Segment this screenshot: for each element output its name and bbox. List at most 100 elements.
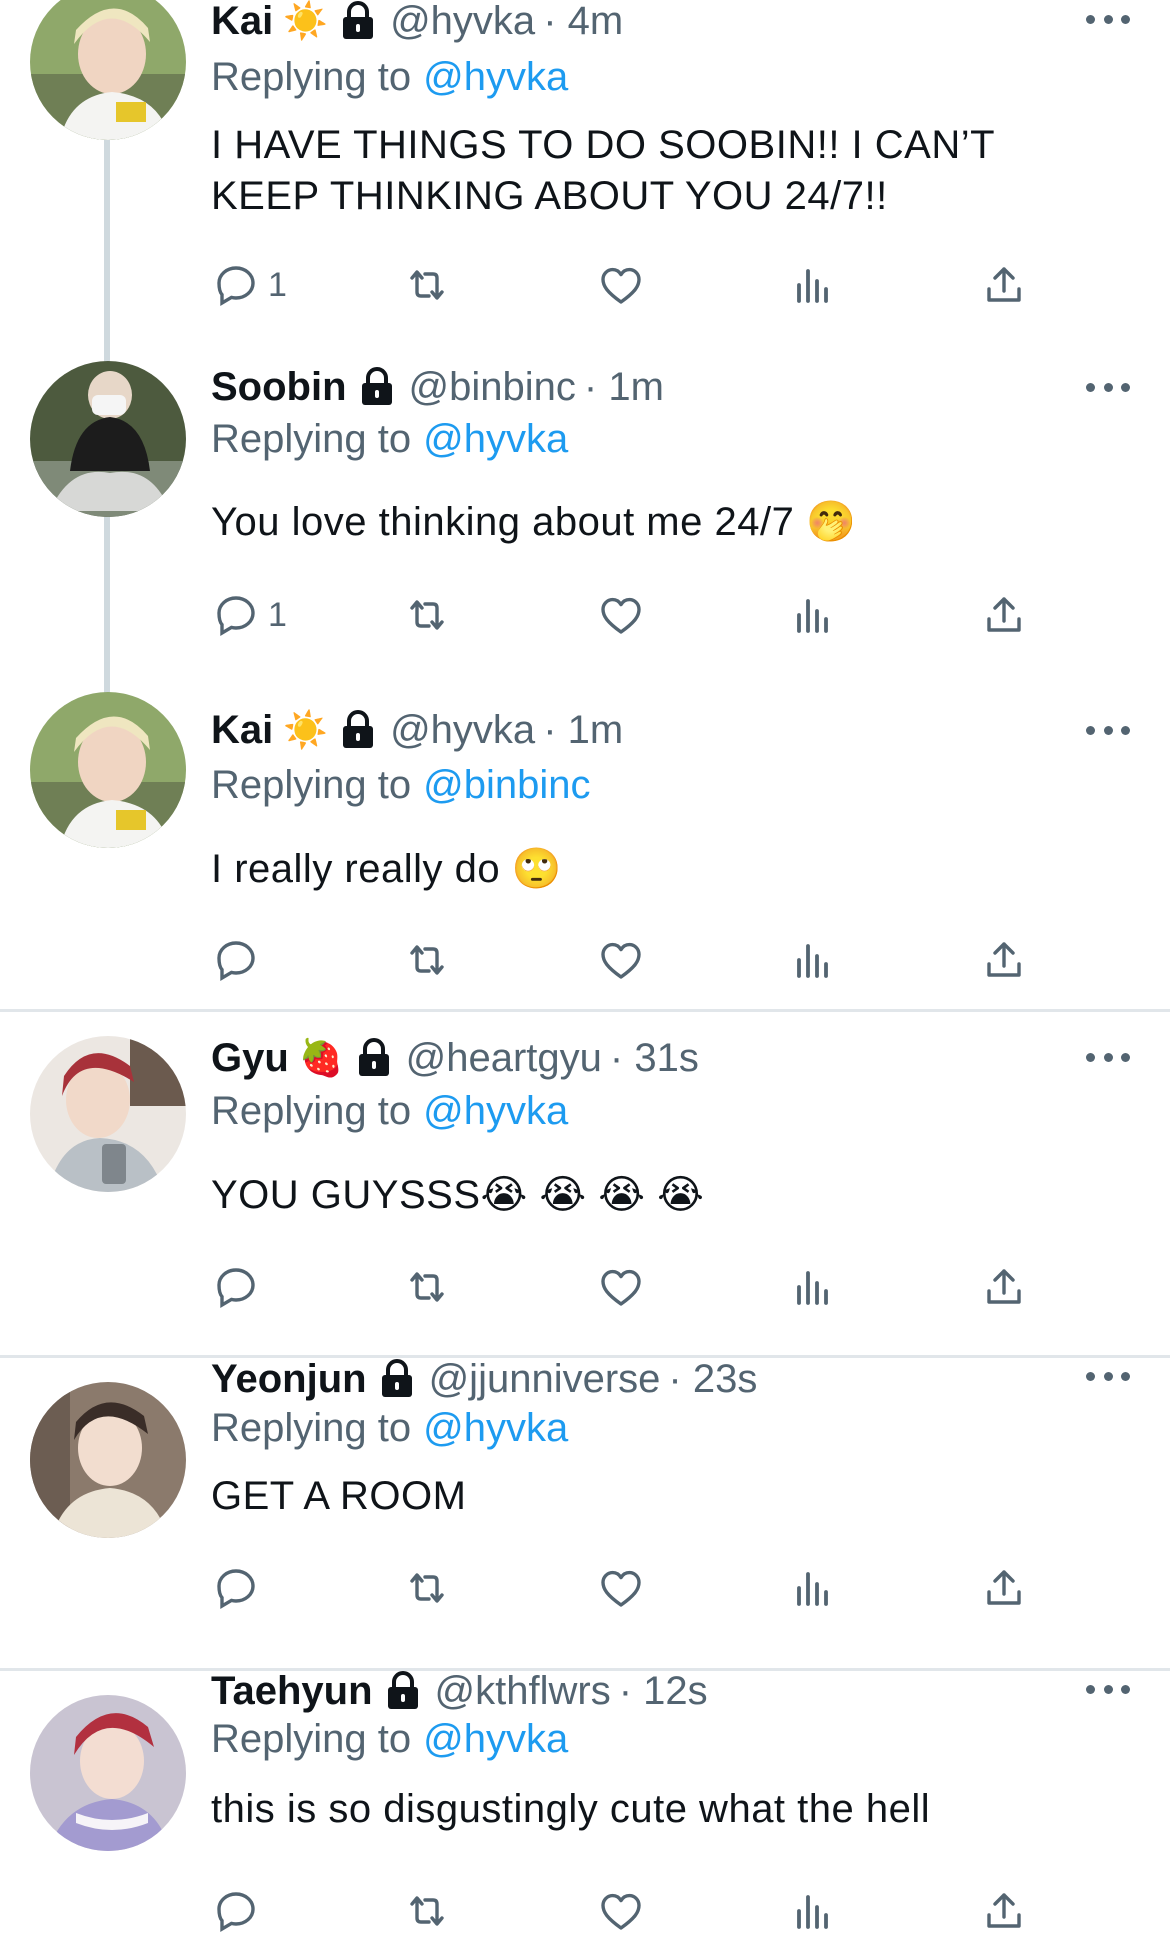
reply-button[interactable] (212, 1881, 268, 1941)
display-name[interactable]: Kai (211, 0, 273, 46)
like-button[interactable] (597, 930, 645, 990)
tweet[interactable]: Gyu 🍓 @heartgyu · 31s Replying to @hyvka … (0, 1012, 1170, 1356)
reply-mention-link[interactable]: @binbinc (423, 763, 590, 807)
replying-to-label: Replying to (211, 1406, 412, 1450)
reply-button[interactable] (212, 1257, 268, 1317)
display-name[interactable]: Kai (211, 705, 273, 755)
more-options-button[interactable] (1086, 1368, 1130, 1384)
avatar[interactable] (30, 1382, 186, 1538)
lock-icon (381, 1359, 412, 1397)
avatar-image (30, 1036, 186, 1192)
timestamp: · 31s (609, 1036, 699, 1080)
views-button[interactable] (789, 1558, 837, 1618)
retweet-button[interactable] (403, 1257, 451, 1317)
display-name[interactable]: Yeonjun (211, 1354, 367, 1404)
reply-button[interactable]: 1 (212, 585, 287, 645)
retweet-button[interactable] (403, 585, 451, 645)
views-button[interactable] (789, 930, 837, 990)
retweet-icon (410, 1896, 444, 1926)
timestamp: · 4m (543, 0, 624, 43)
reply-count: 1 (268, 265, 287, 304)
tweet[interactable]: Soobin @binbinc · 1m Replying to @hyvka Y… (0, 330, 1170, 700)
tweet-header: Taehyun @kthflwrs · 12s (211, 1666, 1060, 1716)
avatar-image (30, 1695, 186, 1851)
views-icon (797, 269, 828, 303)
share-icon (987, 597, 1021, 632)
like-button[interactable] (597, 1881, 645, 1941)
views-button[interactable] (789, 1881, 837, 1941)
tweet-actions (0, 930, 1170, 990)
tweet-text: GET A ROOM (211, 1474, 467, 1518)
like-icon (601, 1893, 641, 1930)
reply-button[interactable]: 1 (212, 255, 287, 315)
display-name[interactable]: Gyu (211, 1033, 289, 1083)
replying-to: Replying to @hyvka (211, 52, 568, 102)
like-icon (601, 267, 641, 304)
avatar[interactable] (30, 1036, 186, 1192)
share-button[interactable] (980, 255, 1028, 315)
share-button[interactable] (980, 1881, 1028, 1941)
tweet[interactable]: Yeonjun @jjunniverse · 23s Replying to @h… (0, 1357, 1170, 1670)
user-handle[interactable]: @hyvka (390, 705, 535, 755)
reply-mention-link[interactable]: @hyvka (423, 1089, 568, 1133)
retweet-button[interactable] (403, 1881, 451, 1941)
reply-count: 1 (268, 595, 287, 634)
views-icon (797, 599, 828, 633)
reply-mention-link[interactable]: @hyvka (423, 1406, 568, 1450)
views-button[interactable] (789, 1257, 837, 1317)
user-handle[interactable]: @hyvka (390, 0, 535, 46)
reply-mention-link[interactable]: @hyvka (423, 417, 568, 461)
avatar-image (30, 361, 186, 517)
avatar[interactable] (30, 0, 186, 140)
more-options-button[interactable] (1086, 722, 1130, 738)
retweet-icon (410, 1573, 444, 1603)
like-icon (601, 1269, 641, 1306)
like-button[interactable] (597, 1257, 645, 1317)
user-handle[interactable]: @jjunniverse (429, 1354, 661, 1404)
share-button[interactable] (980, 930, 1028, 990)
avatar[interactable] (30, 361, 186, 517)
replying-to: Replying to @hyvka (211, 1403, 568, 1453)
user-handle[interactable]: @binbinc (409, 362, 576, 412)
tweet-actions (0, 1558, 1170, 1618)
tweet-header: Kai ☀️ @hyvka · 1m (211, 705, 1060, 755)
sun-badge-icon: ☀️ (283, 709, 329, 750)
user-handle[interactable]: @kthflwrs (435, 1666, 611, 1716)
replying-to-label: Replying to (211, 1717, 412, 1761)
timestamp: · 1m (543, 708, 624, 752)
tweet[interactable]: Kai ☀️ @hyvka · 4m Replying to @hyvka I H… (0, 0, 1170, 370)
more-options-button[interactable] (1086, 1049, 1130, 1065)
more-options-button[interactable] (1086, 11, 1130, 27)
more-options-button[interactable] (1086, 1681, 1130, 1697)
views-button[interactable] (789, 255, 837, 315)
reply-icon (217, 1569, 255, 1609)
reply-mention-link[interactable]: @hyvka (423, 55, 568, 99)
reply-button[interactable] (212, 1558, 268, 1618)
tweet-header: Kai ☀️ @hyvka · 4m (211, 0, 1060, 46)
reply-button[interactable] (212, 930, 268, 990)
strawberry-badge-icon: 🍓 (298, 1037, 344, 1078)
replying-to-label: Replying to (211, 763, 412, 807)
display-name[interactable]: Taehyun (211, 1666, 373, 1716)
share-icon (987, 1893, 1021, 1928)
views-icon (797, 1572, 828, 1606)
share-icon (987, 1570, 1021, 1605)
reply-mention-link[interactable]: @hyvka (423, 1717, 568, 1761)
retweet-button[interactable] (403, 1558, 451, 1618)
retweet-button[interactable] (403, 255, 451, 315)
share-button[interactable] (980, 585, 1028, 645)
tweet[interactable]: Kai ☀️ @hyvka · 1m Replying to @binbinc I… (0, 660, 1170, 1010)
like-button[interactable] (597, 1558, 645, 1618)
more-options-button[interactable] (1086, 379, 1130, 395)
user-handle[interactable]: @heartgyu (406, 1033, 602, 1083)
display-name[interactable]: Soobin (211, 362, 347, 412)
avatar[interactable] (30, 1695, 186, 1851)
share-button[interactable] (980, 1558, 1028, 1618)
share-button[interactable] (980, 1257, 1028, 1317)
tweet[interactable]: Taehyun @kthflwrs · 12s Replying to @hyvk… (0, 1669, 1170, 1951)
like-button[interactable] (597, 585, 645, 645)
views-button[interactable] (789, 585, 837, 645)
like-button[interactable] (597, 255, 645, 315)
avatar[interactable] (30, 692, 186, 848)
retweet-button[interactable] (403, 930, 451, 990)
